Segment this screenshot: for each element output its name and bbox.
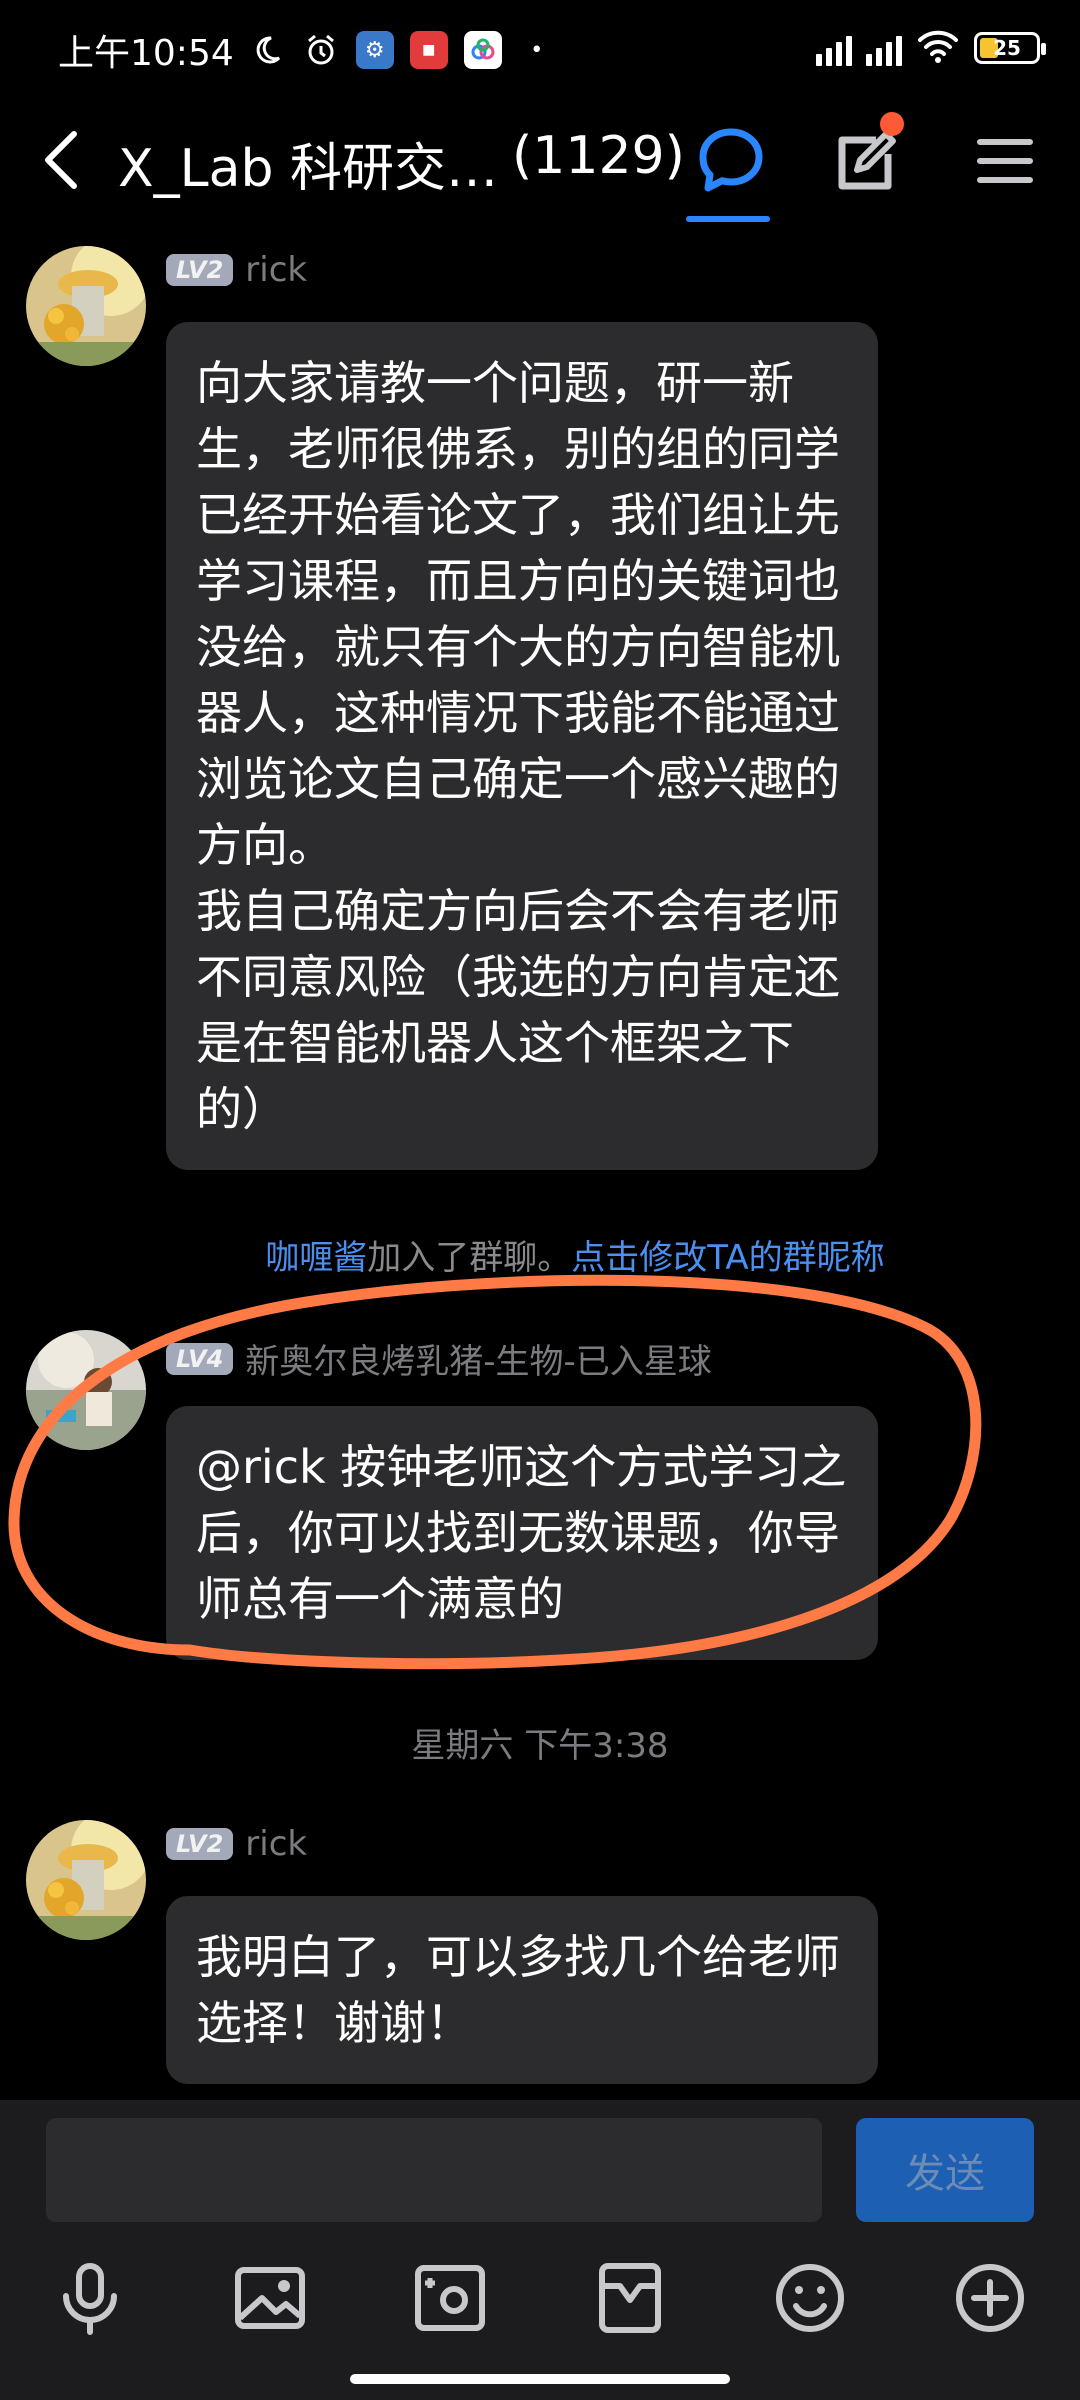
- status-bar: 上午10:54 ⚙ ■ • 25: [0, 0, 1080, 100]
- sender-name[interactable]: rick: [245, 250, 307, 290]
- avatar[interactable]: [26, 1820, 146, 1940]
- time-separator: 星期六 下午3:38: [411, 1726, 669, 1766]
- chat-header: X_Lab 科研交… (1129): [0, 100, 1080, 222]
- group-title[interactable]: X_Lab 科研交…: [118, 126, 498, 201]
- back-button[interactable]: [36, 128, 86, 192]
- level-badge: LV2: [166, 1828, 234, 1860]
- signal-icon-2: [866, 30, 902, 66]
- member-count: (1129): [512, 126, 685, 186]
- moon-icon: [248, 31, 286, 69]
- message-bubble[interactable]: 向大家请教一个问题，研一新生，老师很佛系，别的组的同学已经开始看论文了，我们组让…: [166, 322, 878, 1170]
- file-icon[interactable]: [592, 2260, 668, 2336]
- battery-level: 25: [993, 36, 1021, 60]
- annotation-circle: [8, 1274, 982, 1670]
- send-button[interactable]: 发送: [856, 2118, 1034, 2222]
- image-icon[interactable]: [232, 2260, 308, 2336]
- mic-icon[interactable]: [52, 2260, 128, 2336]
- alarm-icon: [302, 31, 340, 69]
- home-indicator[interactable]: [350, 2374, 730, 2384]
- level-badge: LV2: [166, 254, 234, 286]
- input-area: 发送: [0, 2100, 1080, 2400]
- sender-row: LV2 rick: [166, 1824, 307, 1864]
- input-toolbar: [0, 2260, 1080, 2370]
- active-tab-indicator: [686, 216, 770, 222]
- avatar[interactable]: [26, 246, 146, 366]
- settings-app-icon: ⚙: [355, 31, 394, 69]
- wifi-icon: [916, 28, 960, 68]
- emoji-icon[interactable]: [772, 2260, 848, 2336]
- message-input[interactable]: [46, 2118, 822, 2222]
- battery-icon: 25: [974, 32, 1046, 64]
- sender-row: LV2 rick: [166, 250, 307, 290]
- plus-icon[interactable]: [952, 2260, 1028, 2336]
- menu-icon[interactable]: [966, 122, 1044, 200]
- status-time: 上午10:54: [58, 33, 234, 74]
- dot-icon: •: [530, 37, 544, 63]
- cloud-app-icon: [463, 31, 502, 69]
- shop-app-icon: ■: [409, 31, 448, 69]
- chat-bubble-icon[interactable]: [692, 122, 770, 200]
- camera-icon[interactable]: [412, 2260, 488, 2336]
- sender-name[interactable]: rick: [245, 1824, 307, 1864]
- signal-icon: [816, 30, 852, 66]
- notification-dot: [880, 112, 904, 136]
- message-bubble[interactable]: 我明白了，可以多找几个给老师选择！谢谢！: [166, 1896, 878, 2084]
